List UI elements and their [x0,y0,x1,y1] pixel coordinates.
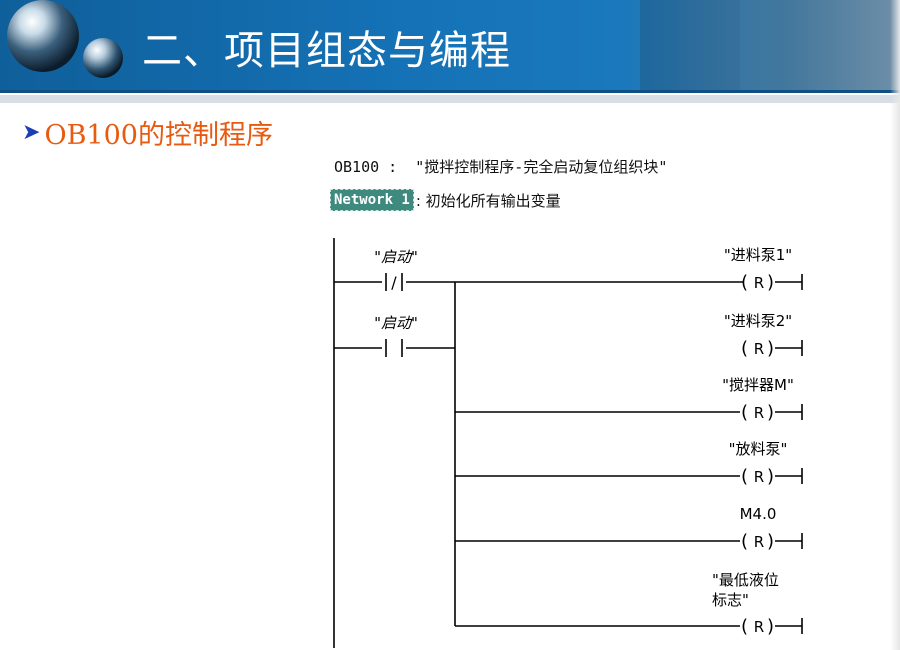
coil-right-paren: ) [767,272,774,293]
coil-left-paren: ( [741,272,748,293]
coil-label: M4.0 [740,505,777,523]
coil-symbol: R [754,404,764,422]
coil-label: "最低液位 [712,571,779,589]
reset-coil: ( R) "搅拌器M" [455,376,803,423]
coil-left-paren: ( [741,531,748,552]
reset-coil: ( R) M4.0 [455,505,803,552]
coil-symbol: R [754,340,764,358]
coil-right-paren: ) [767,338,774,359]
coil-symbol: R [754,618,764,636]
contact-label: "启动" [374,314,418,332]
coil-left-paren: ( [741,466,748,487]
reset-coil: ( R) "最低液位标志" [455,571,803,637]
coil-label-line2: 标志" [712,591,749,609]
no-contact: "启动" [374,314,418,357]
page-edge-shadow [890,0,900,650]
coil-symbol: R [754,274,764,292]
coil-right-paren: ) [767,466,774,487]
contact-label: "启动" [374,248,418,266]
coil-label: "搅拌器M" [722,376,794,394]
ladder-diagram: / "启动" "启动" ( R) "进料泵1" ( R) "进料泵2" ( R) "搅拌器M" ( R)… [333,238,803,648]
coil-label: "放料泵" [729,440,788,458]
reset-coil: ( R) "放料泵" [455,440,803,487]
coil-right-paren: ) [767,531,774,552]
coil-left-paren: ( [741,616,748,637]
reset-coil: ( R) "进料泵1" [724,246,803,293]
coil-label: "进料泵2" [724,312,792,330]
reset-coil: ( R) "进料泵2" [724,312,803,359]
coil-left-paren: ( [741,338,748,359]
contact-symbol: / [391,273,397,292]
coil-left-paren: ( [741,402,748,423]
coil-label: "进料泵1" [724,246,792,264]
nc-contact: / "启动" [374,248,418,292]
coil-symbol: R [754,533,764,551]
coil-right-paren: ) [767,616,774,637]
coil-right-paren: ) [767,402,774,423]
coil-symbol: R [754,468,764,486]
